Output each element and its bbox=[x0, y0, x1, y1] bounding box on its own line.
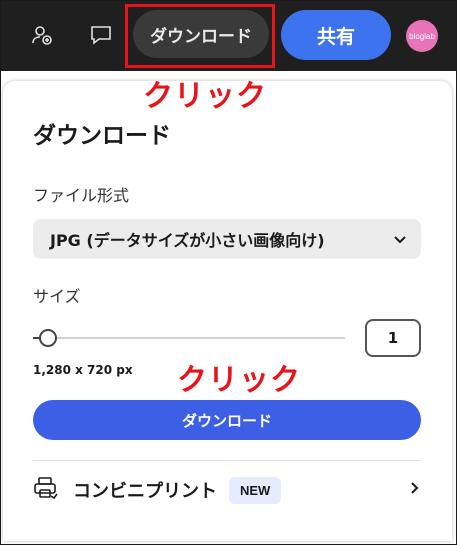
chevron-down-icon bbox=[393, 230, 407, 249]
top-bar: ダウンロード 共有 bloglab bbox=[1, 1, 456, 71]
print-label: コンビニプリント bbox=[73, 481, 217, 502]
download-button[interactable]: ダウンロード bbox=[33, 400, 421, 440]
size-label: サイズ bbox=[33, 287, 81, 306]
share-button[interactable]: 共有 bbox=[281, 10, 391, 60]
file-format-select[interactable]: JPG (データサイズが小さい画像向け) bbox=[33, 219, 421, 259]
file-format-value: JPG (データサイズが小さい画像向け) bbox=[50, 231, 325, 250]
avatar[interactable]: bloglab bbox=[406, 20, 438, 52]
chevron-right-icon bbox=[409, 480, 419, 500]
size-slider-track[interactable] bbox=[33, 337, 345, 339]
size-slider-thumb[interactable] bbox=[38, 329, 57, 347]
new-badge: NEW bbox=[229, 476, 282, 504]
print-icon bbox=[33, 476, 59, 504]
click-annotation-top: クリック bbox=[143, 79, 267, 114]
comment-icon[interactable] bbox=[87, 21, 115, 49]
download-top-button[interactable]: ダウンロード bbox=[133, 10, 269, 58]
file-format-label: ファイル形式 bbox=[33, 186, 130, 205]
divider bbox=[33, 460, 421, 461]
add-user-icon[interactable] bbox=[28, 21, 56, 49]
click-annotation-bottom: クリック bbox=[177, 363, 301, 398]
dimensions-text: 1,280 x 720 px bbox=[33, 363, 133, 377]
size-input[interactable]: 1 bbox=[365, 319, 421, 357]
panel-title: ダウンロード bbox=[33, 123, 171, 149]
convenience-print-row[interactable]: コンビニプリント NEW bbox=[33, 471, 421, 509]
